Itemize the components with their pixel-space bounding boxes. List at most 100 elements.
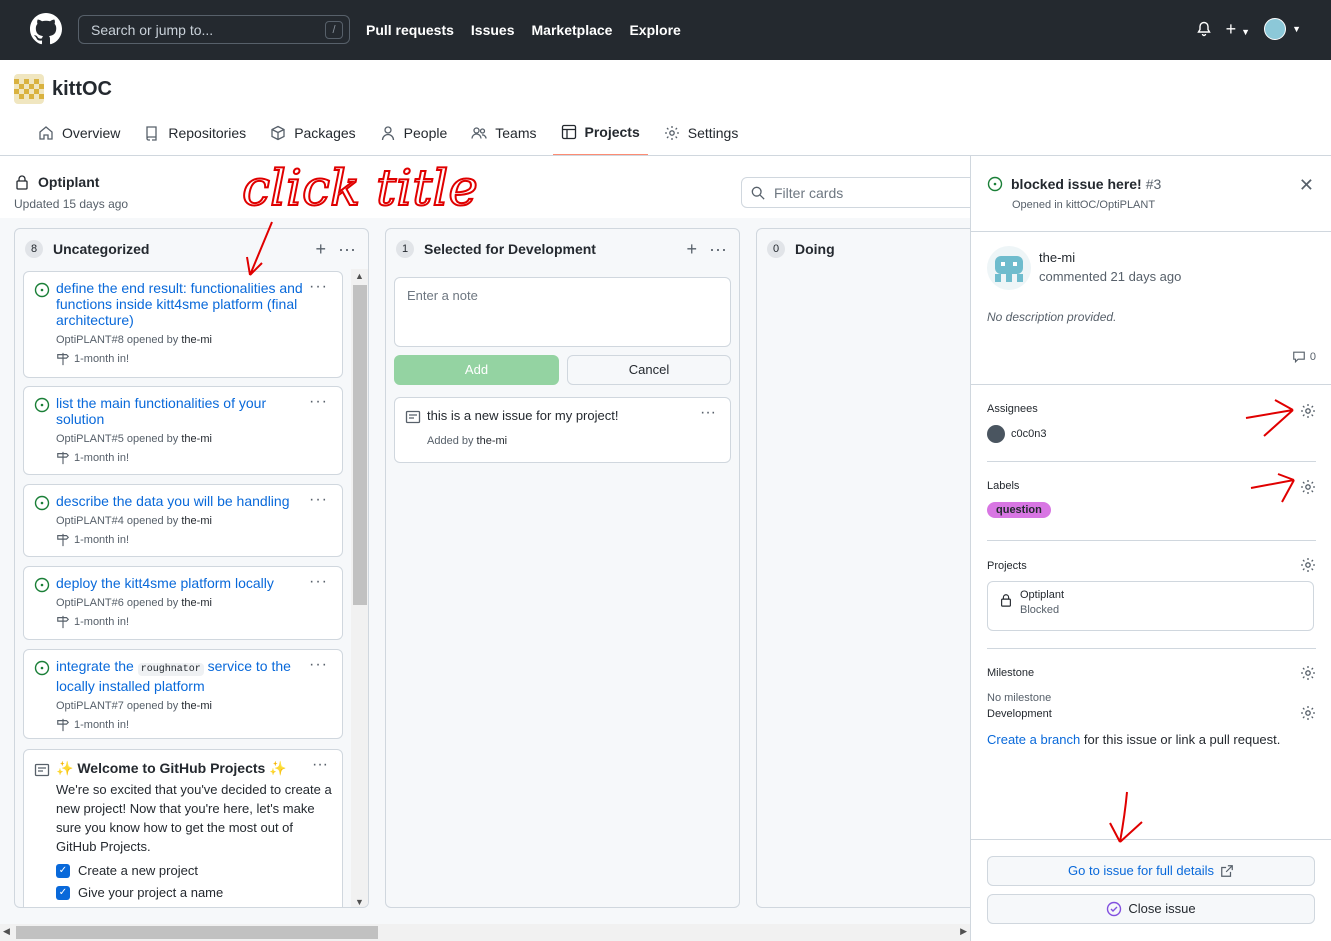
nav-pull-requests[interactable]: Pull requests [366, 22, 454, 38]
note-author[interactable]: the-mi [477, 435, 508, 447]
tab-overview[interactable]: Overview [30, 110, 128, 156]
gear-icon[interactable] [1300, 557, 1316, 573]
column-menu-button[interactable]: ··· [709, 239, 727, 260]
cancel-note-button[interactable]: Cancel [567, 355, 731, 385]
add-card-button[interactable]: + [687, 239, 698, 260]
add-card-button[interactable]: + [316, 239, 327, 260]
scroll-right-arrow-icon[interactable]: ▶ [960, 926, 967, 937]
go-to-issue-button[interactable]: Go to issue for full details [987, 856, 1315, 886]
external-link-icon [1221, 865, 1233, 877]
gear-icon[interactable] [1300, 665, 1316, 681]
issue-description: No description provided. [987, 310, 1117, 324]
card-menu-button[interactable]: ··· [312, 756, 328, 774]
chevron-down-icon: ▼ [1241, 26, 1251, 37]
issue-card[interactable]: ··· list the main functionalities of you… [23, 386, 343, 475]
tab-settings[interactable]: Settings [656, 110, 747, 156]
tab-projects[interactable]: Projects [552, 110, 648, 156]
nav-explore[interactable]: Explore [629, 22, 680, 38]
issue-opened-icon [34, 495, 50, 511]
search-input[interactable]: Search or jump to... / [78, 15, 350, 44]
org-name[interactable]: kittOC [52, 78, 112, 101]
project-card[interactable]: Optiplant Blocked [987, 581, 1314, 631]
issue-card[interactable]: ··· describe the data you will be handli… [23, 484, 343, 557]
card-milestone[interactable]: 1-month in! [56, 615, 332, 629]
card-menu-button[interactable]: ··· [309, 656, 328, 674]
checklist-item[interactable]: ✓ Create a new project [56, 863, 332, 878]
tab-teams[interactable]: Teams [463, 110, 544, 156]
label-badge[interactable]: question [987, 502, 1051, 518]
card-menu-button[interactable]: ··· [309, 278, 328, 296]
add-note-button[interactable]: Add [394, 355, 559, 385]
card-menu-button[interactable]: ··· [309, 491, 328, 509]
card-menu-button[interactable]: ··· [309, 393, 328, 411]
gear-icon[interactable] [1300, 705, 1316, 721]
column-scrollbar[interactable]: ▲ ▼ [351, 269, 368, 907]
checklist-item[interactable]: ✓ Give your project a name [56, 885, 332, 900]
card-menu-button[interactable]: ··· [309, 573, 328, 591]
card-milestone[interactable]: 1-month in! [56, 718, 332, 732]
comment-count[interactable]: 0 [1292, 350, 1316, 364]
card-title[interactable]: define the end result: functionalities a… [56, 280, 332, 328]
checkbox-checked[interactable]: ✓ [56, 885, 70, 900]
avatar [1264, 18, 1287, 40]
create-new-dropdown[interactable]: + ▼ [1226, 19, 1250, 40]
filter-cards-input[interactable]: Filter cards [741, 177, 981, 208]
board-horizontal-scrollbar[interactable]: ◀ ▶ [0, 924, 970, 941]
card-author[interactable]: the-mi [181, 433, 212, 445]
column-name: Selected for Development [424, 241, 596, 257]
issue-title-text[interactable]: blocked issue here! [1011, 176, 1142, 192]
bell-icon[interactable] [1196, 21, 1212, 37]
note-card[interactable]: ··· this is a new issue for my project! … [394, 397, 731, 463]
scroll-down-arrow-icon[interactable]: ▼ [355, 897, 364, 907]
milestone-section: Milestone No milestone Development Creat… [987, 649, 1316, 759]
column-name: Uncategorized [53, 241, 150, 257]
nav-issues[interactable]: Issues [471, 22, 515, 38]
card-title[interactable]: list the main functionalities of your so… [56, 395, 332, 427]
gear-icon[interactable] [1300, 479, 1316, 495]
scroll-up-arrow-icon[interactable]: ▲ [355, 271, 364, 281]
tab-repositories[interactable]: Repositories [136, 110, 254, 156]
gear-icon[interactable] [1300, 403, 1316, 419]
tab-people[interactable]: People [372, 110, 456, 156]
issue-card[interactable]: ··· deploy the kitt4sme platform locally… [23, 566, 343, 640]
tab-label: People [403, 125, 448, 141]
welcome-note-card[interactable]: ··· ✨ Welcome to GitHub Projects ✨ We're… [23, 749, 343, 907]
assignee-name: c0c0n3 [1011, 428, 1047, 440]
scrollbar-thumb[interactable] [353, 285, 367, 605]
card-author[interactable]: the-mi [181, 334, 212, 346]
card-title[interactable]: describe the data you will be handling [56, 493, 332, 509]
development-text: Create a branch for this issue or link a… [987, 732, 1280, 747]
card-author[interactable]: the-mi [181, 700, 212, 712]
column-menu-button[interactable]: ··· [338, 239, 356, 260]
close-issue-button[interactable]: Close issue [987, 894, 1315, 924]
comment-icon [1293, 351, 1305, 364]
card-milestone[interactable]: 1-month in! [56, 451, 332, 465]
user-menu[interactable]: ▼ [1264, 18, 1301, 40]
milestone-icon [57, 615, 70, 629]
github-logo-icon[interactable] [30, 13, 62, 45]
issue-card[interactable]: ··· define the end result: functionaliti… [23, 271, 343, 378]
checkbox-checked[interactable]: ✓ [56, 863, 70, 878]
note-textarea[interactable]: Enter a note [394, 277, 731, 347]
nav-marketplace[interactable]: Marketplace [532, 22, 613, 38]
card-author[interactable]: the-mi [181, 515, 212, 527]
card-milestone[interactable]: 1-month in! [56, 533, 332, 547]
card-title-pre: integrate the [56, 658, 138, 674]
close-icon[interactable]: ✕ [1299, 175, 1314, 196]
commenter-name[interactable]: the-mi [1039, 250, 1075, 265]
card-author[interactable]: the-mi [181, 597, 212, 609]
annotation-text: click title [242, 159, 478, 217]
card-milestone[interactable]: 1-month in! [56, 352, 332, 366]
card-menu-button[interactable]: ··· [700, 404, 716, 422]
card-title[interactable]: integrate the roughnator service to the … [56, 658, 332, 694]
create-branch-link[interactable]: Create a branch [987, 732, 1080, 747]
card-title[interactable]: deploy the kitt4sme platform locally [56, 575, 332, 591]
org-avatar [14, 74, 44, 104]
issue-card[interactable]: ··· integrate the roughnator service to … [23, 649, 343, 739]
assignee-item[interactable]: c0c0n3 [987, 425, 1046, 443]
tab-packages[interactable]: Packages [262, 110, 363, 156]
scrollbar-thumb[interactable] [16, 926, 378, 939]
top-nav: Pull requests Issues Marketplace Explore [366, 22, 698, 38]
comment-section: the-mi commented 21 days ago No descript… [971, 232, 1331, 385]
scroll-left-arrow-icon[interactable]: ◀ [3, 926, 10, 937]
